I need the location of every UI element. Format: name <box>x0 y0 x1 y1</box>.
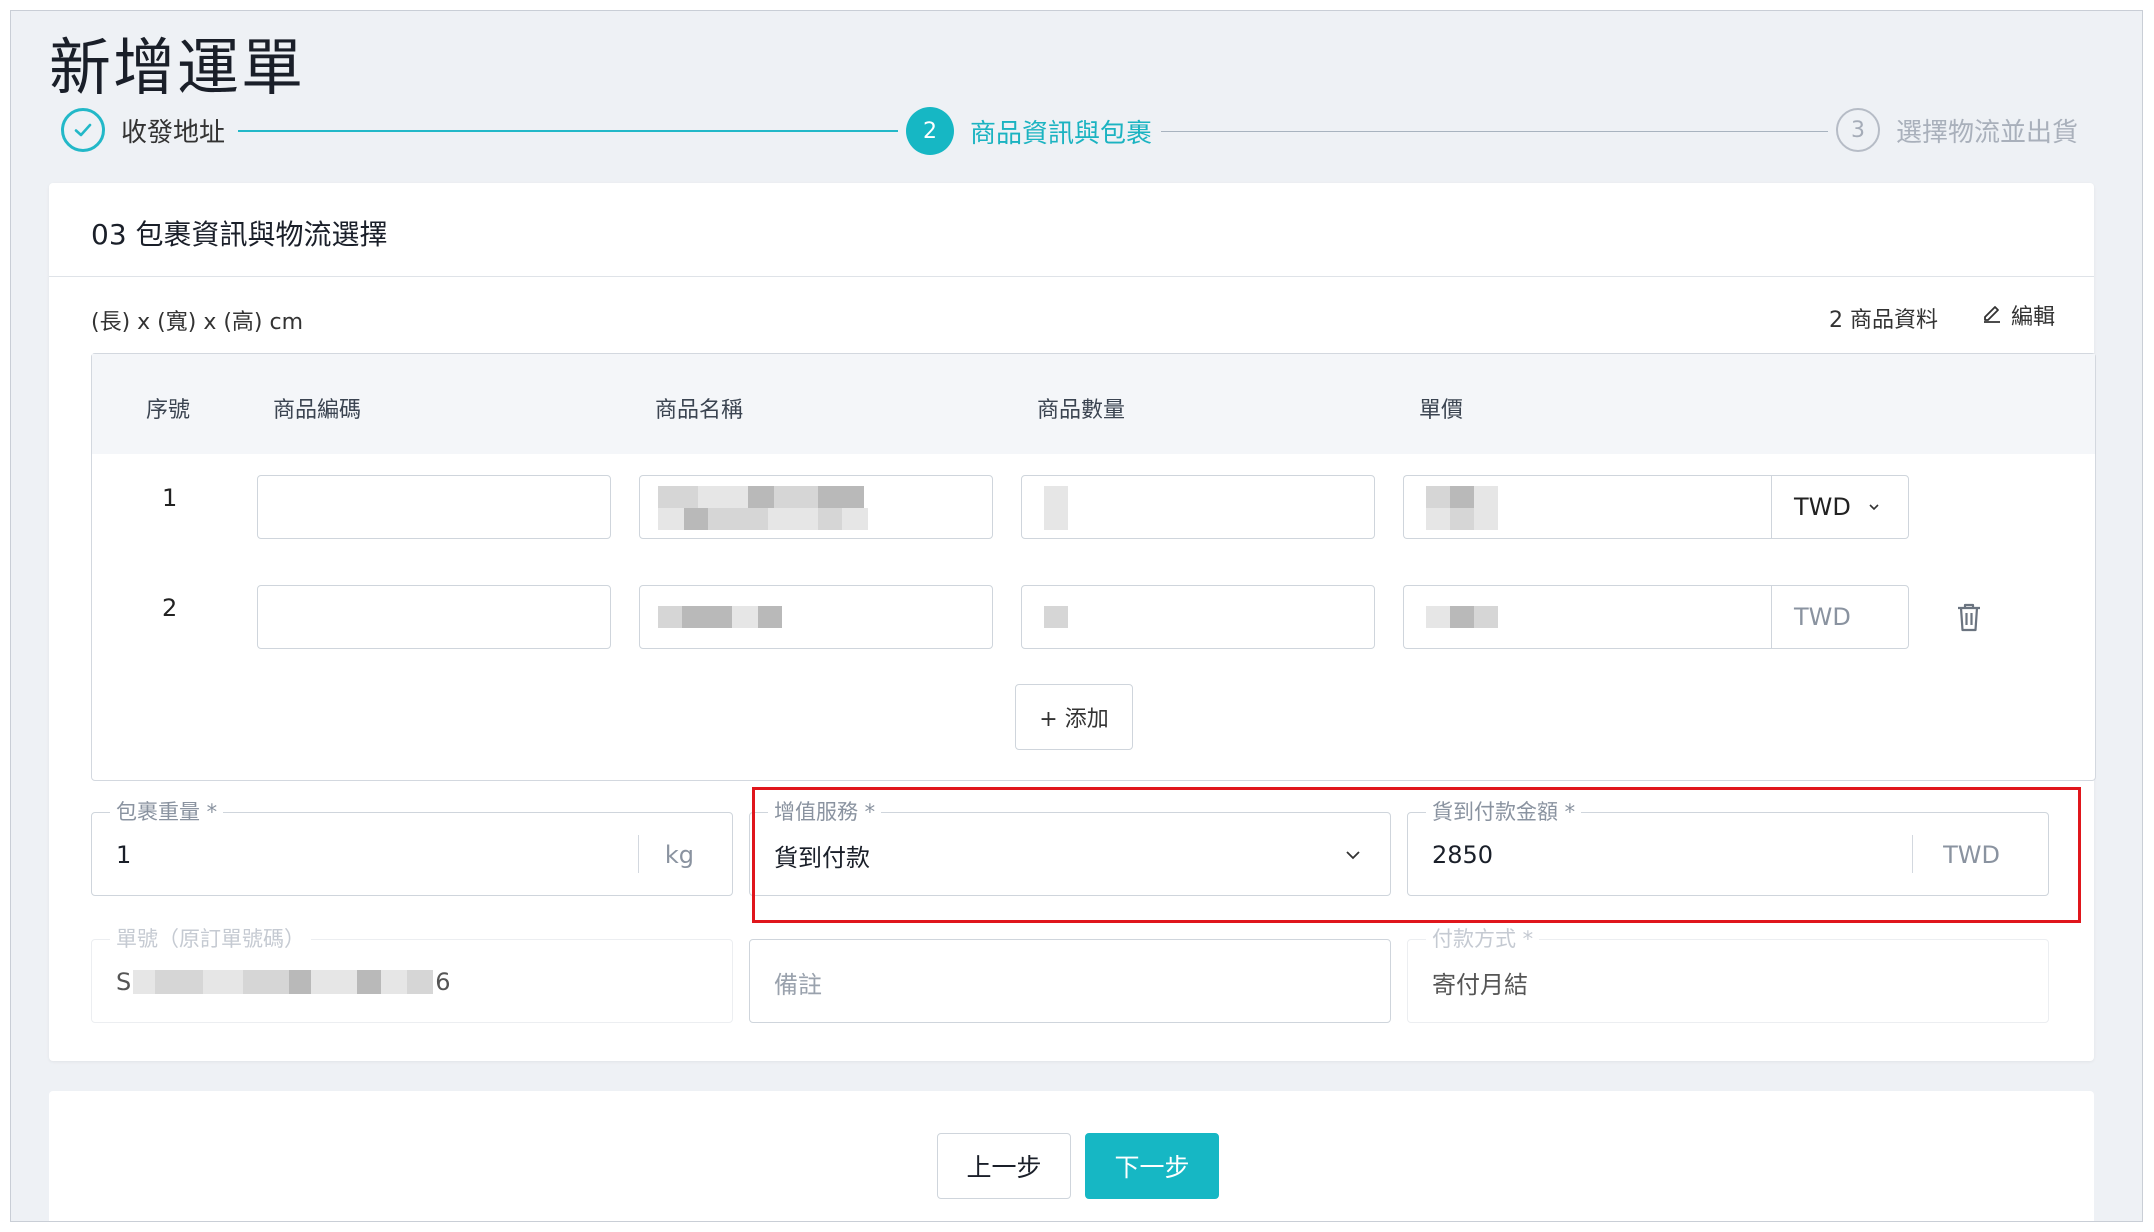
prev-button[interactable]: 上一步 <box>937 1133 1071 1199</box>
app-frame: 新增運單 收發地址 2 商品資訊與包裹 3 選擇物流並出貨 03 包裹資訊與物流… <box>10 10 2143 1222</box>
blurred-text <box>133 970 434 994</box>
cod-amount-field[interactable]: 貨到付款金額 * 2850 TWD <box>1407 799 2049 896</box>
table-header: 序號 商品編碼 商品名稱 商品數量 單價 <box>92 354 2095 454</box>
step-number: 3 <box>1836 108 1880 152</box>
footer-bar: 上一步 下一步 <box>49 1091 2094 1221</box>
order-number-prefix: S <box>116 968 132 996</box>
add-item-button[interactable]: + 添加 <box>1015 684 1133 750</box>
unit-separator <box>1912 835 1913 873</box>
divider <box>49 276 2094 277</box>
row-index: 1 <box>162 484 178 512</box>
step-connector <box>1161 131 1828 132</box>
payment-method-field: 付款方式 * 寄付月結 <box>1407 926 2049 1023</box>
product-code-input[interactable] <box>257 475 611 539</box>
items-count: 2 商品資料 <box>1829 308 1938 333</box>
value-added-service-value: 貨到付款 <box>774 843 870 872</box>
order-number-suffix: 6 <box>435 968 451 996</box>
unit-separator <box>638 835 639 873</box>
step-connector <box>238 130 898 132</box>
header-price: 單價 <box>1419 398 1464 423</box>
package-card: 03 包裹資訊與物流選擇 (長) x (寬) x (高) cm 2 商品資料 編… <box>49 183 2096 1061</box>
value-added-service-select[interactable]: 增值服務 * 貨到付款 <box>749 799 1391 897</box>
weight-value: 1 <box>116 841 132 869</box>
weight-unit: kg <box>664 841 694 869</box>
pencil-icon <box>1981 301 2003 329</box>
payment-method-value: 寄付月結 <box>1432 970 1528 999</box>
currency-select[interactable]: TWD <box>1771 585 1909 649</box>
page-title: 新增運單 <box>49 31 306 104</box>
check-icon <box>61 108 105 152</box>
remark-placeholder: 備註 <box>774 970 822 999</box>
quantity-input[interactable] <box>1021 585 1375 649</box>
header-code: 商品編碼 <box>273 398 362 423</box>
price-input[interactable] <box>1403 585 1771 649</box>
step-label: 商品資訊與包裹 <box>970 118 1153 149</box>
chevron-down-icon <box>1344 813 1362 897</box>
cod-amount-unit: TWD <box>1943 841 2000 869</box>
product-name-input[interactable] <box>639 585 993 649</box>
items-table: 序號 商品編碼 商品名稱 商品數量 單價 1 TWD 2 TWD + 添加 <box>91 353 2096 781</box>
header-quantity: 商品數量 <box>1037 398 1126 423</box>
cod-amount-value: 2850 <box>1432 841 1494 869</box>
header-name: 商品名稱 <box>655 398 744 423</box>
price-input[interactable] <box>1403 475 1771 539</box>
product-name-input[interactable] <box>639 475 993 539</box>
weight-field[interactable]: 包裹重量 * 1 kg <box>91 799 733 896</box>
chevron-down-icon <box>1867 500 1881 514</box>
row-index: 2 <box>162 594 178 622</box>
edit-button[interactable]: 編輯 <box>1981 299 2055 331</box>
step-product-info[interactable]: 2 商品資訊與包裹 <box>906 107 1152 155</box>
order-number-value: S 6 <box>116 940 451 1024</box>
currency-value: TWD <box>1794 493 1851 521</box>
trash-icon[interactable] <box>1955 601 1983 637</box>
currency-value: TWD <box>1794 603 1851 631</box>
product-code-input[interactable] <box>257 585 611 649</box>
step-number: 2 <box>906 107 954 155</box>
quantity-input[interactable] <box>1021 475 1375 539</box>
card-title: 03 包裹資訊與物流選擇 <box>91 218 388 251</box>
edit-label: 編輯 <box>2011 305 2056 330</box>
header-index: 序號 <box>146 398 191 423</box>
remark-input[interactable]: 備註 <box>749 939 1391 1023</box>
step-address[interactable]: 收發地址 <box>61 108 225 152</box>
currency-select[interactable]: TWD <box>1771 475 1909 539</box>
step-logistics[interactable]: 3 選擇物流並出貨 <box>1836 108 2078 152</box>
order-number-field: 單號（原訂單號碼） S 6 <box>91 926 733 1024</box>
step-label: 選擇物流並出貨 <box>1896 117 2079 148</box>
next-button[interactable]: 下一步 <box>1085 1133 1219 1199</box>
step-label: 收發地址 <box>121 117 226 148</box>
dimensions-label: (長) x (寬) x (高) cm <box>91 310 304 335</box>
